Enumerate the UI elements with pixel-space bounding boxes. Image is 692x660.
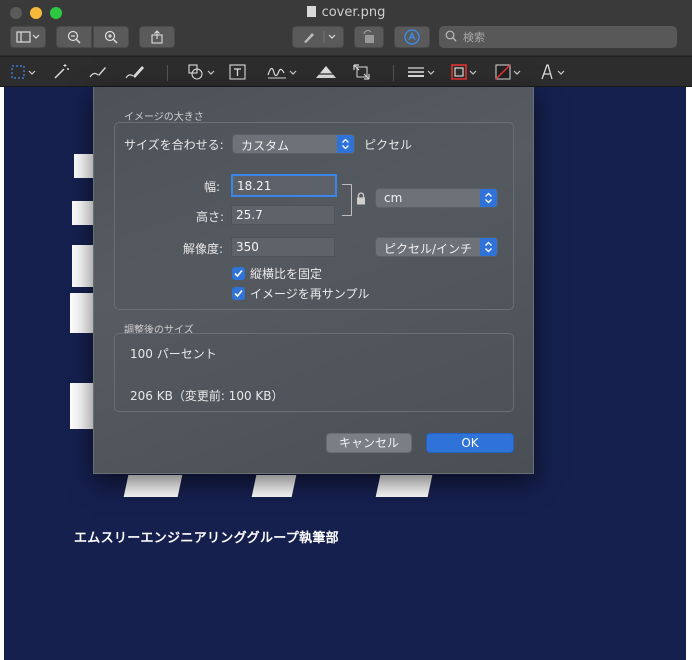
- fit-into-value: カスタム: [241, 139, 290, 153]
- fit-into-label: サイズを合わせる:: [124, 138, 224, 152]
- adjust-size-dialog: イメージの大きさ サイズを合わせる: カスタム ピクセル 幅: 高さ: cm 解…: [93, 87, 534, 474]
- zoom-out-button[interactable]: [56, 26, 92, 48]
- fit-into-unit: ピクセル: [364, 138, 413, 152]
- toolbar-separator: [167, 65, 168, 81]
- resolution-label: 解像度:: [183, 242, 224, 256]
- share-button[interactable]: [139, 26, 175, 48]
- proportion-bracket: [342, 184, 352, 216]
- brush-icon: [125, 66, 144, 79]
- popup-arrows-icon: [480, 189, 497, 207]
- rotate-button[interactable]: [354, 26, 384, 48]
- resolution-field[interactable]: [231, 237, 335, 257]
- cover-decoration: [375, 475, 433, 497]
- fill-color-tool[interactable]: [494, 63, 528, 81]
- zoom-in-icon: [104, 30, 118, 44]
- result-percent: 100 パーセント: [130, 347, 217, 361]
- width-field[interactable]: [231, 174, 337, 197]
- height-label: 高さ:: [196, 210, 225, 224]
- share-icon: [151, 30, 163, 44]
- height-field[interactable]: [231, 205, 335, 225]
- adjust-color-tool[interactable]: [314, 63, 340, 81]
- resolution-unit-value: ピクセル/インチ: [384, 242, 473, 256]
- markup-toolbar-toggle[interactable]: [394, 26, 430, 48]
- shape-style-tool[interactable]: [406, 63, 440, 81]
- scale-proportionally-checkbox[interactable]: 縦横比を固定: [232, 265, 322, 282]
- window-title: cover.png: [0, 5, 692, 20]
- selection-tool[interactable]: [10, 63, 36, 81]
- text-tool[interactable]: [228, 63, 254, 81]
- sketch-icon: [89, 67, 106, 78]
- width-label: 幅:: [204, 180, 221, 194]
- shapes-icon: [188, 64, 215, 80]
- rotate-icon: [363, 30, 374, 43]
- sidebar-icon: [16, 31, 40, 43]
- resize-icon: [353, 64, 370, 80]
- toolbar-separator: [393, 65, 394, 81]
- main-toolbar: [0, 26, 692, 52]
- signature-icon: [267, 67, 297, 79]
- search-icon: [445, 30, 457, 42]
- sketch-tool[interactable]: [88, 63, 114, 81]
- pen-icon: [304, 31, 336, 43]
- title-bar: cover.png: [0, 0, 692, 56]
- markup-pen-button[interactable]: [292, 26, 344, 48]
- cover-decoration: [251, 475, 297, 497]
- draw-tool[interactable]: [124, 63, 150, 81]
- instant-alpha-tool[interactable]: [52, 63, 78, 81]
- text-style-tool[interactable]: [538, 63, 572, 81]
- unit-popup[interactable]: cm: [375, 188, 498, 208]
- checkmark-icon: [232, 267, 245, 280]
- adjust-size-tool[interactable]: [352, 63, 378, 81]
- rect-selection-icon: [11, 65, 36, 79]
- resample-image-checkbox[interactable]: イメージを再サンプル: [232, 285, 369, 302]
- image-size-section-label: イメージの大きさ: [124, 112, 204, 123]
- zoom-out-icon: [67, 30, 81, 44]
- zoom-in-button[interactable]: [93, 26, 129, 48]
- ok-button[interactable]: OK: [426, 433, 514, 453]
- fit-into-popup[interactable]: カスタム: [232, 134, 355, 154]
- border-color-icon: [451, 64, 477, 80]
- adjust-color-icon: [316, 66, 336, 78]
- border-color-tool[interactable]: [450, 63, 484, 81]
- fill-color-icon: [495, 64, 521, 80]
- search-field[interactable]: [439, 26, 677, 48]
- markup-toolbar: [0, 57, 692, 87]
- checkmark-icon: [232, 287, 245, 300]
- signature-tool[interactable]: [266, 63, 300, 81]
- lock-icon[interactable]: [356, 190, 366, 209]
- shapes-tool[interactable]: [186, 63, 220, 81]
- popup-arrows-icon: [480, 238, 497, 256]
- resolution-unit-popup[interactable]: ピクセル/インチ: [375, 237, 498, 257]
- sidebar-toggle-button[interactable]: [10, 26, 46, 48]
- cancel-button[interactable]: キャンセル: [326, 433, 412, 453]
- popup-arrows-icon: [337, 135, 354, 153]
- page-edge: [686, 87, 692, 660]
- cover-decoration: [123, 475, 183, 497]
- result-file-size: 206 KB（変更前: 100 KB）: [130, 389, 284, 403]
- window-title-text: cover.png: [321, 5, 386, 20]
- markup-icon: [404, 29, 420, 45]
- resample-image-label: イメージを再サンプル: [250, 287, 370, 301]
- search-input[interactable]: [463, 29, 663, 45]
- magic-wand-icon: [54, 64, 69, 79]
- text-box-icon: [229, 64, 246, 80]
- line-style-icon: [408, 67, 435, 77]
- document-icon: [306, 6, 316, 17]
- unit-value: cm: [384, 191, 403, 205]
- cover-title: エムスリーエンジニアリンググループ執筆部: [74, 531, 339, 546]
- scale-proportionally-label: 縦横比を固定: [250, 267, 323, 281]
- text-style-icon: [541, 64, 565, 80]
